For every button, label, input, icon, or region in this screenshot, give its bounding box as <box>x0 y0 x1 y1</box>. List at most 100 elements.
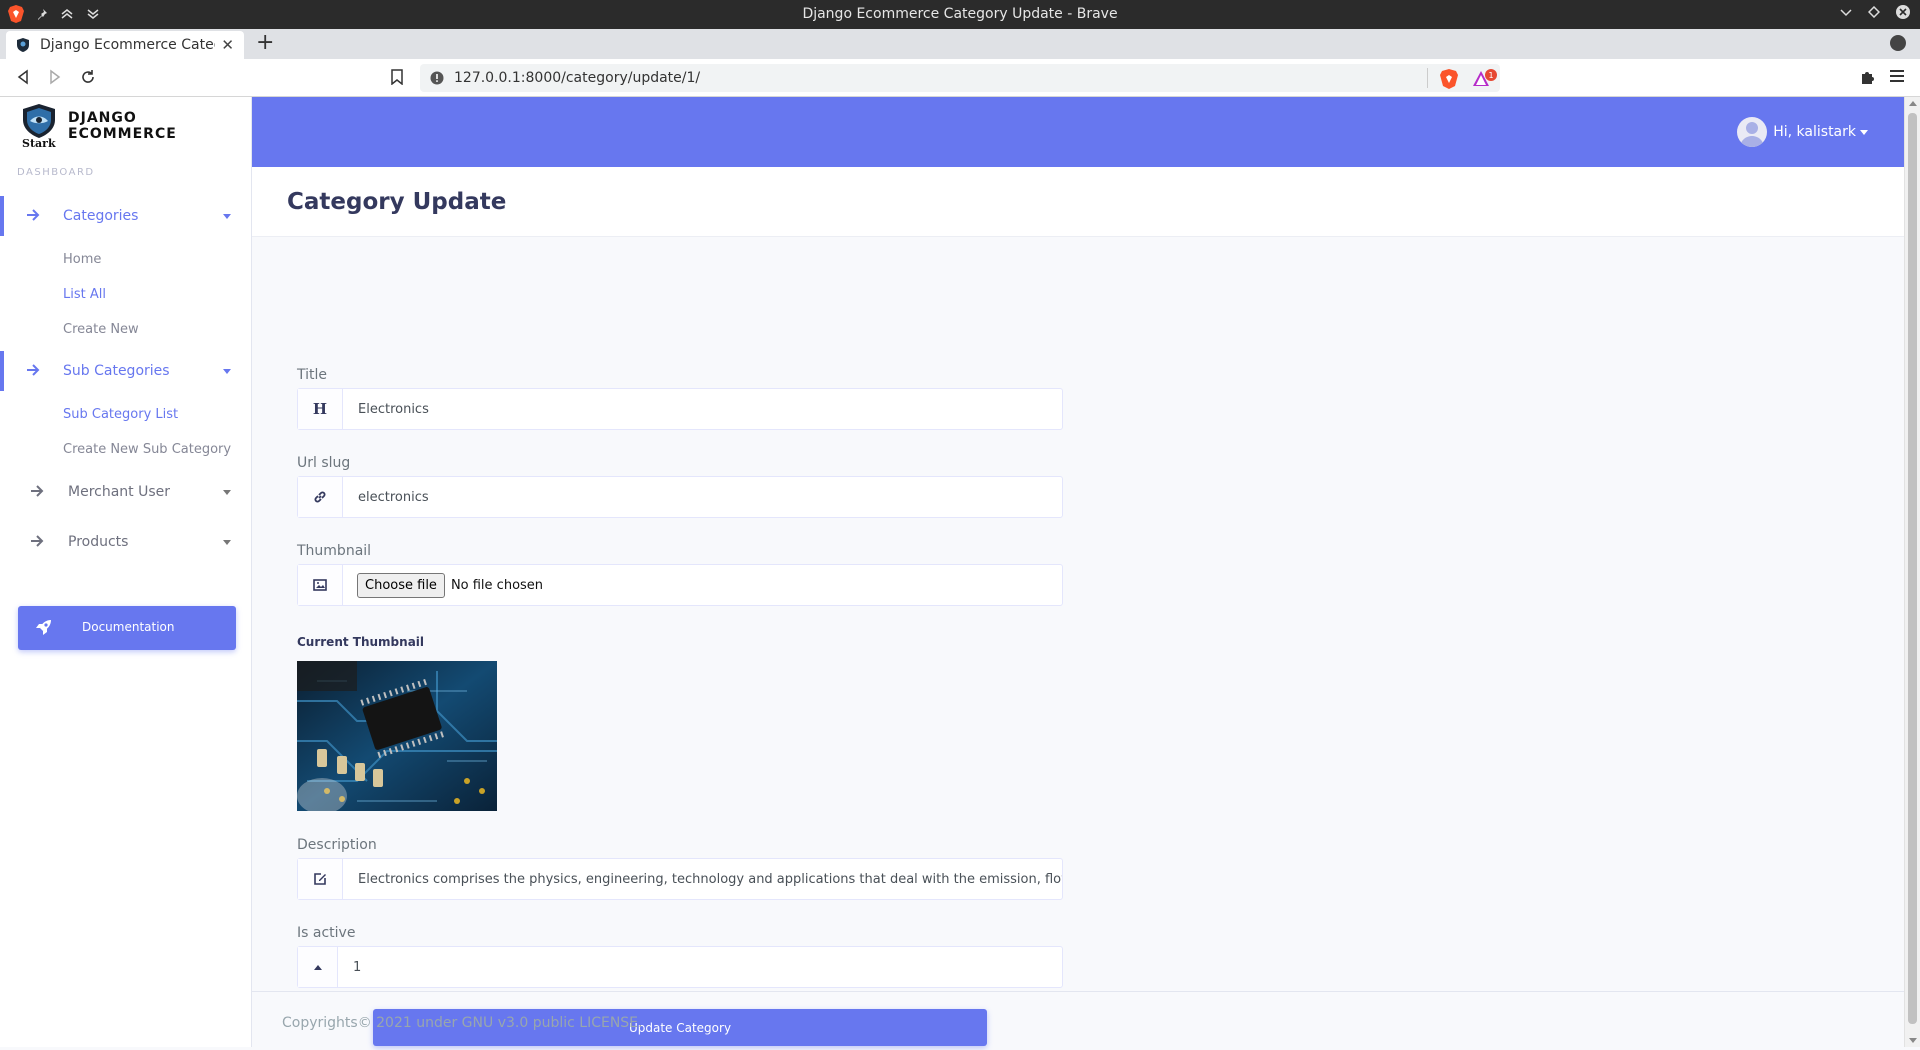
nav-group-products: Products <box>0 522 252 562</box>
image-icon <box>298 565 343 605</box>
description-input[interactable]: Electronics comprises the physics, engin… <box>297 858 1063 900</box>
active-value: 1 <box>353 959 362 975</box>
brand-name: DJANGO ECOMMERCE <box>68 110 177 142</box>
active-field-group: Is active 1 <box>297 925 1063 988</box>
minimize-icon[interactable] <box>1840 6 1852 18</box>
sidebar-item-sub-categories[interactable]: Sub Categories <box>0 351 252 391</box>
url-field[interactable]: 127.0.0.1:8000/category/update/1/ <box>420 64 1500 92</box>
page-header: Category Update <box>252 167 1904 237</box>
scroll-down-icon[interactable] <box>1909 1038 1917 1043</box>
page-scrollbar[interactable] <box>1904 97 1920 1047</box>
bookmark-icon[interactable] <box>391 69 403 85</box>
brand-logo: Stark <box>20 103 58 150</box>
user-avatar-icon <box>1740 122 1765 147</box>
slug-value: electronics <box>358 489 429 505</box>
arrow-right-icon <box>31 485 44 497</box>
current-thumbnail-image <box>297 661 497 811</box>
url-divider <box>1427 68 1428 88</box>
title-label: Title <box>297 367 328 383</box>
footer-divider <box>252 991 1904 992</box>
current-thumbnail-group: Current Thumbnail <box>297 635 497 811</box>
chevron-down-icon <box>223 490 231 495</box>
description-label: Description <box>297 837 377 853</box>
sidebar-item-label: Merchant User <box>68 484 171 500</box>
thumbnail-input[interactable]: Choose file No file chosen <box>297 564 1063 606</box>
chevron-down-icon <box>223 214 231 219</box>
brave-rewards-icon[interactable]: 1 <box>1472 69 1498 89</box>
active-label: Is active <box>297 925 356 941</box>
sidebar-subitem-sub-category-list[interactable]: Sub Category List <box>0 397 252 432</box>
sidebar: Stark DJANGO ECOMMERCE DASHBOARD Categor… <box>0 97 252 1047</box>
topbar: Hi, kalistark <box>252 97 1904 167</box>
back-icon[interactable] <box>16 69 30 85</box>
scroll-up-icon[interactable] <box>1909 101 1917 106</box>
no-file-text: No file chosen <box>450 577 544 593</box>
sidebar-item-label: Sub Categories <box>63 363 170 379</box>
active-input[interactable]: 1 <box>297 946 1063 988</box>
description-value: Electronics comprises the physics, engin… <box>358 871 1062 887</box>
tab-list-menu-icon[interactable] <box>1890 35 1906 51</box>
extensions-icon[interactable] <box>1860 69 1876 85</box>
window-right-controls <box>1840 5 1910 19</box>
sidebar-section-label: DASHBOARD <box>17 167 95 178</box>
nav-group-categories: Categories Home List All Create New <box>0 196 252 347</box>
choose-file-button[interactable]: Choose file <box>357 572 445 598</box>
address-bar: 127.0.0.1:8000/category/update/1/ 1 <box>0 59 1920 97</box>
window-title: Django Ecommerce Category Update - Brave <box>802 6 1118 22</box>
thumbnail-label: Thumbnail <box>297 543 372 559</box>
sidebar-subitem-list-all[interactable]: List All <box>0 277 252 312</box>
browser-menu-icon[interactable] <box>1890 69 1904 83</box>
chevron-down-icon <box>223 369 231 374</box>
brave-shields-icon[interactable] <box>1440 69 1458 89</box>
title-value: Electronics <box>358 401 429 417</box>
tab-title: Django Ecommerce Categor <box>40 37 215 53</box>
heading-icon: H <box>298 389 343 429</box>
title-input[interactable]: H Electronics <box>297 388 1063 430</box>
url-text: 127.0.0.1:8000/category/update/1/ <box>454 70 701 86</box>
sidebar-subitem-create-new-sub-category[interactable]: Create New Sub Category <box>0 432 252 467</box>
chevron-down-icon <box>1860 129 1868 135</box>
link-icon <box>298 477 343 517</box>
arrow-right-icon <box>27 209 40 221</box>
circuit-board-image <box>297 661 497 811</box>
page-title: Category Update <box>287 189 507 215</box>
arrow-right-icon <box>31 535 44 547</box>
browser-tab[interactable]: Django Ecommerce Categor ✕ <box>6 31 244 59</box>
svg-text:1: 1 <box>1488 71 1493 80</box>
tab-close-icon[interactable]: ✕ <box>221 36 234 54</box>
scrollbar-thumb[interactable] <box>1908 113 1917 1024</box>
documentation-button[interactable]: Documentation <box>18 606 236 650</box>
forward-icon[interactable] <box>48 69 62 85</box>
sidebar-subitem-create-new[interactable]: Create New <box>0 312 252 347</box>
user-menu[interactable]: Hi, kalistark <box>1737 117 1868 147</box>
user-greeting: Hi, kalistark <box>1773 124 1856 140</box>
reload-icon[interactable] <box>80 69 96 85</box>
footer-text: Copyrights© 2021 under GNU v3.0 public L… <box>282 1015 643 1031</box>
site-info-icon[interactable] <box>430 71 444 85</box>
new-tab-button[interactable]: + <box>256 32 274 54</box>
sidebar-item-products[interactable]: Products <box>0 522 252 562</box>
avatar <box>1737 117 1768 147</box>
app: Stark DJANGO ECOMMERCE DASHBOARD Categor… <box>0 97 1920 1047</box>
maximize-icon[interactable] <box>1868 6 1880 18</box>
nav-group-merchant-user: Merchant User <box>0 472 252 512</box>
brand[interactable]: Stark DJANGO ECOMMERCE <box>20 103 251 150</box>
sidebar-item-merchant-user[interactable]: Merchant User <box>0 472 252 512</box>
documentation-label: Documentation <box>82 620 175 634</box>
slug-label: Url slug <box>297 455 351 471</box>
caret-up-icon <box>298 947 338 987</box>
slug-input[interactable]: electronics <box>297 476 1063 518</box>
sidebar-item-label: Categories <box>63 208 139 224</box>
slug-field-group: Url slug electronics <box>297 455 1063 518</box>
thumbnail-field-group: Thumbnail Choose file No file chosen <box>297 543 1063 606</box>
nav-group-sub-categories: Sub Categories Sub Category List Create … <box>0 351 252 467</box>
close-window-icon[interactable] <box>1896 5 1910 19</box>
sidebar-item-label: Products <box>68 534 129 550</box>
rocket-icon <box>36 620 51 635</box>
sidebar-subitem-home[interactable]: Home <box>0 242 252 277</box>
os-titlebar: Django Ecommerce Category Update - Brave <box>0 0 1920 29</box>
chevron-down-icon <box>223 540 231 545</box>
title-field-group: Title H Electronics <box>297 367 1063 430</box>
description-field-group: Description Electronics comprises the ph… <box>297 837 1063 900</box>
sidebar-item-categories[interactable]: Categories <box>0 196 252 236</box>
